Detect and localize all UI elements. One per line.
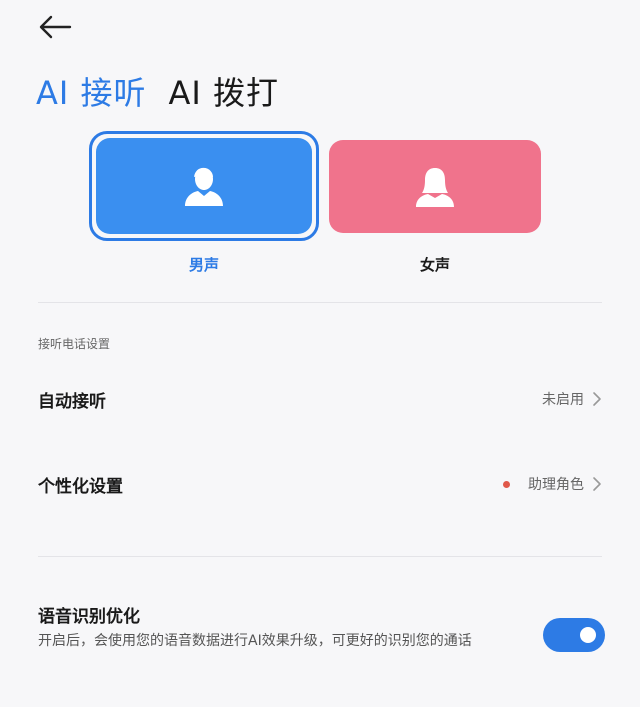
auto-answer-value-group: 未启用 [542, 389, 602, 409]
mode-tabs: AI 接听 AI 拨打 [36, 68, 279, 114]
speech-optimization-toggle[interactable] [543, 618, 605, 652]
auto-answer-row[interactable]: 自动接听 未启用 [38, 379, 602, 419]
arrow-left-icon [39, 15, 72, 39]
tab-ai-dial[interactable]: AI 拨打 [169, 68, 280, 114]
male-voice-label: 男声 [188, 256, 219, 274]
personalization-value-group: 助理角色 [503, 474, 602, 494]
personalization-value: 助理角色 [528, 477, 584, 493]
personalization-row[interactable]: 个性化设置 助理角色 [38, 464, 602, 504]
speech-optimization-title: 语音识别优化 [38, 607, 140, 627]
status-dot [503, 480, 510, 488]
auto-answer-value: 未启用 [542, 392, 584, 408]
male-voice-card[interactable] [96, 138, 312, 234]
divider [38, 302, 602, 303]
tab-ai-answer[interactable]: AI 接听 [36, 68, 147, 114]
toggle-knob [580, 627, 596, 643]
female-voice-card[interactable] [329, 140, 541, 233]
female-avatar-icon [416, 167, 454, 207]
female-voice-label: 女声 [419, 256, 450, 274]
chevron-right-icon [593, 477, 601, 491]
section-title-call-settings: 接听电话设置 [38, 337, 111, 351]
auto-answer-title: 自动接听 [38, 391, 106, 412]
back-button[interactable] [38, 12, 72, 42]
chevron-right-icon [593, 392, 601, 406]
male-avatar-icon [185, 167, 223, 206]
divider [38, 556, 602, 557]
speech-optimization-description: 开启后，会使用您的语音数据进行AI效果升级，可更好的识别您的通话 [38, 633, 472, 649]
personalization-title: 个性化设置 [38, 476, 123, 497]
